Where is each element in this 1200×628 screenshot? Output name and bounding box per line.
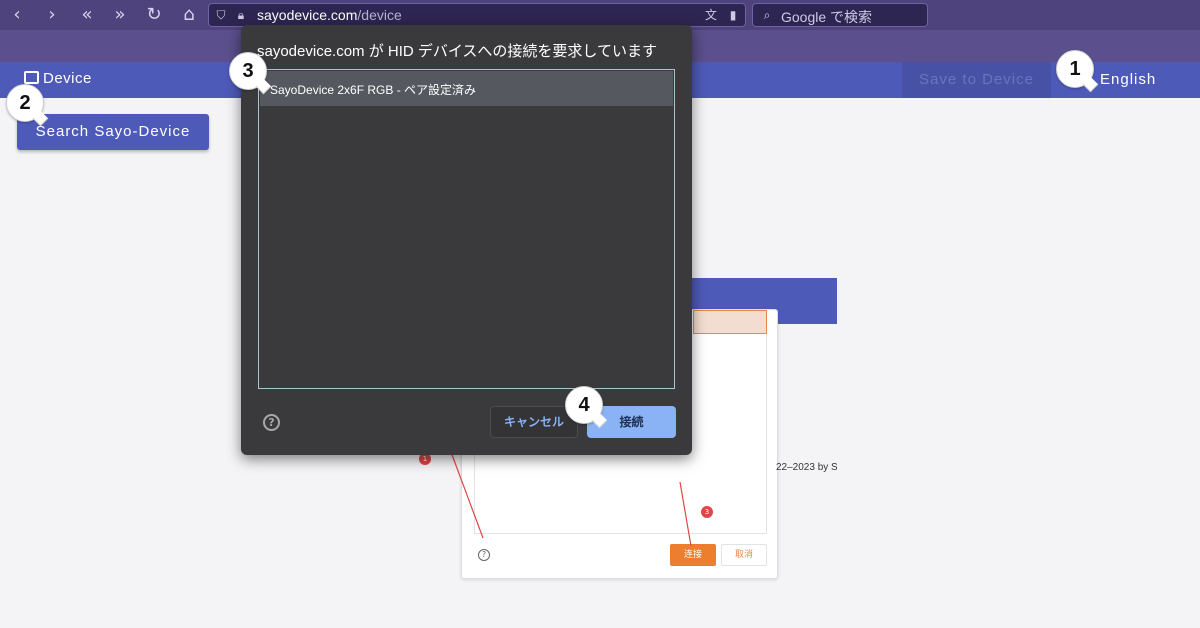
save-to-device-button[interactable]: Save to Device	[902, 62, 1051, 98]
device-icon	[24, 71, 39, 84]
rewind-icon[interactable]: «	[76, 4, 98, 26]
back-icon[interactable]: ‹	[6, 4, 28, 26]
home-icon[interactable]: ⌂	[178, 4, 200, 26]
bookmark-icon[interactable]: ▮	[725, 7, 741, 23]
inset-step-badge: 3	[701, 506, 713, 518]
device-list-item-label: SayoDevice 2x6F RGB - ペア設定済み	[270, 83, 477, 97]
url-text: sayodevice.com/device	[257, 7, 402, 23]
search-icon: ⌕	[763, 8, 771, 22]
translate-icon[interactable]: 文	[703, 7, 719, 23]
shield-icon[interactable]: ⛉	[213, 7, 229, 23]
lock-icon[interactable]: 🔒︎	[233, 7, 249, 23]
forward-icon[interactable]: ›	[41, 4, 63, 26]
device-menu-label: Device	[43, 70, 92, 87]
step-callout-2: 2	[6, 84, 44, 122]
search-bar[interactable]: ⌕ Google で検索	[752, 3, 928, 27]
fast-forward-icon[interactable]: »	[109, 4, 131, 26]
step-callout-1: 1	[1056, 50, 1094, 88]
reload-icon[interactable]: ↻	[143, 4, 165, 26]
inset-help-icon: ?	[478, 549, 490, 561]
hid-permission-dialog: sayodevice.com が HID デバイスへの接続を要求しています Sa…	[241, 25, 692, 455]
device-list[interactable]: SayoDevice 2x6F RGB - ペア設定済み	[258, 69, 675, 389]
url-bar[interactable]: ⛉ 🔒︎ sayodevice.com/device 文 ▮	[208, 3, 746, 27]
device-menu[interactable]: Device	[24, 70, 92, 87]
language-button[interactable]: English	[1100, 71, 1156, 88]
dialog-title: sayodevice.com が HID デバイスへの接続を要求しています	[257, 43, 657, 60]
step-callout-4: 4	[565, 386, 603, 424]
copyright-text: 22–2023 by S	[776, 462, 837, 473]
url-path: /device	[357, 7, 402, 23]
device-list-item[interactable]: SayoDevice 2x6F RGB - ペア設定済み	[260, 71, 673, 106]
inset-cancel-button: 取消	[721, 544, 767, 566]
url-host: sayodevice.com	[257, 7, 358, 23]
cancel-button[interactable]: キャンセル	[490, 406, 578, 438]
step-callout-3: 3	[229, 52, 267, 90]
help-icon[interactable]: ?	[263, 414, 280, 431]
search-placeholder: Google で検索	[781, 9, 873, 25]
inset-connect-button: 连接	[670, 544, 716, 566]
inset-selected-row	[693, 310, 767, 334]
